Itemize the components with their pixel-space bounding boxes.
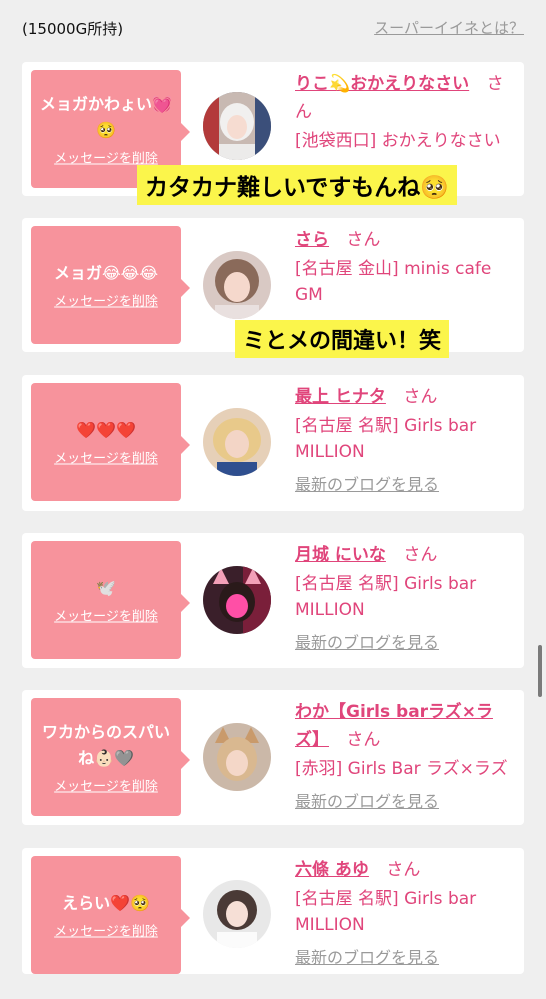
- honorific: さん: [346, 230, 381, 250]
- profile-info: 最上 ヒナタ さん [名古屋 名駅] Girls bar MILLION 最新の…: [295, 383, 519, 495]
- delete-message-link[interactable]: メッセージを削除: [37, 921, 175, 940]
- shop-label: [池袋西口] おかえりなさい: [295, 131, 501, 151]
- cast-name-link[interactable]: わか【Girls barラズ×ラズ】: [295, 702, 493, 750]
- delete-message-link[interactable]: メッセージを削除: [37, 148, 175, 167]
- profile-photo: [203, 723, 271, 791]
- cast-name-link[interactable]: 六條 あゆ: [295, 860, 369, 880]
- shop-label: [名古屋 名駅] Girls bar MILLION: [295, 416, 477, 462]
- message-bubble: えらい❤️🥺 メッセージを削除: [31, 856, 190, 974]
- profile-photo: [203, 566, 271, 634]
- message-bubble: 🕊️ メッセージを削除: [31, 541, 190, 659]
- honorific: さん: [346, 730, 381, 750]
- avatar[interactable]: [203, 251, 271, 319]
- scrollbar[interactable]: [538, 645, 542, 697]
- profile-info: さら さん [名古屋 金山] minis cafe GM: [295, 226, 519, 308]
- latest-blog-link[interactable]: 最新のブログを見る: [295, 629, 519, 653]
- profile-photo: [203, 251, 271, 319]
- message-text: ❤️❤️❤️: [76, 420, 136, 440]
- latest-blog-link[interactable]: 最新のブログを見る: [295, 788, 519, 812]
- message-bubble: ワカからのスパいね👶🏻🩶 メッセージを削除: [31, 698, 190, 816]
- avatar[interactable]: [203, 408, 271, 476]
- message-text: メョガ😂😂😂: [53, 263, 159, 283]
- top-bar: (15000G所持) スーパーイイネとは？: [0, 0, 546, 58]
- avatar[interactable]: [203, 92, 271, 160]
- message-bubble: ❤️❤️❤️ メッセージを削除: [31, 383, 190, 501]
- message-bubble: メョガ😂😂😂 メッセージを削除: [31, 226, 190, 344]
- like-card: ワカからのスパいね👶🏻🩶 メッセージを削除 わか【Girls barラズ×ラズ】…: [22, 690, 524, 825]
- point-balance: (15000G所持): [22, 20, 124, 38]
- cast-name-link[interactable]: 月城 にいな: [295, 545, 386, 565]
- profile-info: わか【Girls barラズ×ラズ】 さん [赤羽] Girls Bar ラズ×…: [295, 698, 519, 812]
- message-text: 🕊️: [96, 578, 116, 598]
- avatar[interactable]: [203, 880, 271, 948]
- message-text: ワカからのスパいね👶🏻🩶: [41, 722, 170, 768]
- honorific: さん: [386, 860, 421, 880]
- profile-info: 六條 あゆ さん [名古屋 名駅] Girls bar MILLION 最新のブ…: [295, 856, 519, 968]
- overlay-caption: カタカナ難しいですもんね🥺: [137, 165, 457, 205]
- like-card: えらい❤️🥺 メッセージを削除 六條 あゆ さん [名古屋 名駅] Girls …: [22, 848, 524, 974]
- shop-label: [名古屋 金山] minis cafe GM: [295, 259, 492, 305]
- profile-photo: [203, 408, 271, 476]
- profile-photo: [203, 92, 271, 160]
- profile-info: 月城 にいな さん [名古屋 名駅] Girls bar MILLION 最新の…: [295, 541, 519, 653]
- delete-message-link[interactable]: メッセージを削除: [37, 776, 175, 795]
- message-text: えらい❤️🥺: [62, 893, 150, 913]
- profile-photo: [203, 880, 271, 948]
- delete-message-link[interactable]: メッセージを削除: [37, 606, 175, 625]
- shop-label: [赤羽] Girls Bar ラズ×ラズ: [295, 759, 508, 779]
- delete-message-link[interactable]: メッセージを削除: [37, 291, 175, 310]
- delete-message-link[interactable]: メッセージを削除: [37, 448, 175, 467]
- shop-label: [名古屋 名駅] Girls bar MILLION: [295, 889, 477, 935]
- avatar[interactable]: [203, 566, 271, 634]
- cast-name-link[interactable]: 最上 ヒナタ: [295, 387, 386, 407]
- shop-label: [名古屋 名駅] Girls bar MILLION: [295, 574, 477, 620]
- latest-blog-link[interactable]: 最新のブログを見る: [295, 944, 519, 968]
- cast-name-link[interactable]: りこ💫おかえりなさい: [295, 74, 469, 94]
- honorific: さん: [403, 387, 438, 407]
- message-text: メョガかわょい💓🥺: [40, 94, 172, 140]
- avatar[interactable]: [203, 723, 271, 791]
- latest-blog-link[interactable]: 最新のブログを見る: [295, 471, 519, 495]
- super-like-help-link[interactable]: スーパーイイネとは？: [374, 17, 524, 38]
- cast-name-link[interactable]: さら: [295, 230, 329, 250]
- honorific: さん: [403, 545, 438, 565]
- like-card: ❤️❤️❤️ メッセージを削除 最上 ヒナタ さん [名古屋 名駅] Girls…: [22, 375, 524, 511]
- overlay-caption: ミとメの間違い！笑: [235, 320, 450, 358]
- profile-info: りこ💫おかえりなさい さん [池袋西口] おかえりなさい: [295, 70, 519, 154]
- like-card: 🕊️ メッセージを削除 月城 にいな さん [名古屋 名駅] Girls bar…: [22, 533, 524, 668]
